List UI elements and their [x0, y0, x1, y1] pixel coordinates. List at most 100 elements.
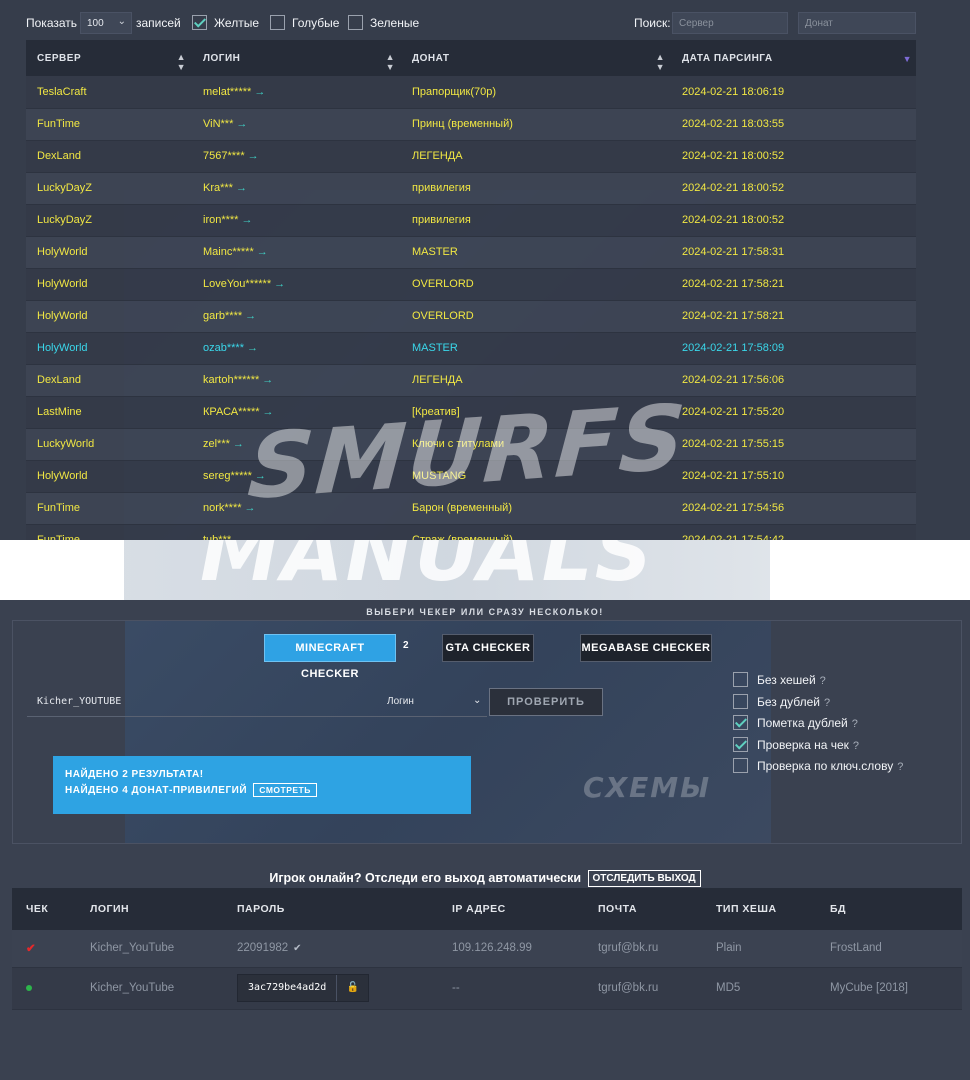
column-header-password: ПАРОЛЬ	[223, 888, 438, 930]
column-header-date[interactable]: ДАТА ПАРСИНГА ▼	[671, 40, 916, 76]
option-checkbox[interactable]	[733, 758, 748, 773]
login-cell: Kicher_YouTube	[76, 967, 223, 1010]
table-row: LuckyDayZ iron**** → привилегия 2024-02-21 1…	[26, 204, 916, 237]
option-label: Проверка на чек?	[757, 738, 859, 752]
password-cell: 22091982 ✔	[223, 930, 438, 968]
login-link[interactable]: Mainc*****	[203, 246, 254, 258]
login-cell[interactable]: iron**** →	[192, 204, 401, 237]
help-icon[interactable]: ?	[820, 675, 826, 687]
search-label: Поиск:	[634, 16, 671, 30]
arrow-right-icon[interactable]: →	[257, 246, 268, 258]
login-link[interactable]: garb****	[203, 310, 242, 322]
help-icon[interactable]: ?	[897, 761, 903, 773]
login-cell[interactable]: tub*** →	[192, 524, 401, 540]
donate-cell: Принц (временный)	[401, 108, 671, 141]
login-cell[interactable]: kartoh****** →	[192, 364, 401, 397]
login-link[interactable]: ozab****	[203, 342, 244, 354]
login-link[interactable]: sereg*****	[203, 470, 252, 482]
login-link[interactable]: 7567****	[203, 150, 245, 162]
option-label: Проверка по ключ.слову?	[757, 759, 903, 773]
column-header-ip: IP АДРЕС	[438, 888, 584, 930]
date-cell: 2024-02-21 18:03:55	[671, 108, 916, 141]
tab-megabase-checker[interactable]: MEGABASE CHECKER	[580, 634, 712, 662]
check-button[interactable]: ПРОВЕРИТЬ	[489, 688, 603, 716]
hash-value: 3ac729be4ad2d	[248, 982, 327, 993]
date-cell: 2024-02-21 17:55:15	[671, 428, 916, 461]
unlock-icon[interactable]: 🔓	[336, 975, 368, 1001]
login-cell[interactable]: ozab**** →	[192, 332, 401, 365]
arrow-right-icon[interactable]: →	[233, 438, 244, 450]
date-cell: 2024-02-21 17:58:09	[671, 332, 916, 365]
arrow-right-icon[interactable]: →	[241, 214, 252, 226]
server-cell: FunTime	[26, 492, 192, 525]
column-header-login[interactable]: ЛОГИН ▲ ▼	[192, 40, 401, 76]
sort-icon: ▲ ▼	[655, 52, 665, 72]
search-type-select[interactable]: Логин ⌄	[387, 695, 481, 707]
login-link[interactable]: iron****	[203, 214, 238, 226]
arrow-right-icon[interactable]: →	[236, 118, 247, 130]
option-checkbox[interactable]	[733, 736, 748, 752]
login-link[interactable]: nork****	[203, 502, 242, 514]
arrow-right-icon[interactable]: →	[236, 182, 247, 194]
sort-icon: ▲ ▼	[176, 52, 186, 72]
option-checkbox[interactable]	[733, 672, 748, 687]
login-link[interactable]: Kra***	[203, 182, 233, 194]
server-cell: DexLand	[26, 140, 192, 173]
table-row: LuckyDayZ Kra*** → привилегия 2024-02-21 18:…	[26, 172, 916, 205]
table-row: HolyWorld Mainc***** → MASTER 2024-02-21 17:…	[26, 236, 916, 269]
help-icon[interactable]: ?	[824, 697, 830, 709]
column-header-donate[interactable]: ДОНАТ ▲ ▼	[401, 40, 671, 76]
column-header-mail: ПОЧТА	[584, 888, 702, 930]
server-cell: LastMine	[26, 396, 192, 429]
login-cell[interactable]: Mainc***** →	[192, 236, 401, 269]
login-link[interactable]: melat*****	[203, 86, 251, 98]
help-icon[interactable]: ?	[853, 740, 859, 752]
tab-gta-checker[interactable]: GTA CHECKER	[442, 634, 534, 662]
filter-blue-checkbox[interactable]	[270, 15, 285, 30]
track-exit-button[interactable]: ОТСЛЕДИТЬ ВЫХОД	[587, 870, 701, 887]
login-link[interactable]: LoveYou******	[203, 278, 271, 290]
tab-minecraft-checker[interactable]: MINECRAFT CHECKER 2	[264, 634, 408, 680]
login-cell[interactable]: 7567**** →	[192, 140, 401, 173]
filter-green-checkbox[interactable]	[348, 15, 363, 30]
login-cell[interactable]: garb**** →	[192, 300, 401, 333]
option-label-text: Пометка дублей	[757, 716, 848, 730]
mail-cell: tgruf@bk.ru	[584, 967, 702, 1010]
search-type-value: Логин	[387, 696, 414, 707]
server-search-input[interactable]	[672, 12, 788, 34]
column-header-check: ЧЕК	[12, 888, 76, 930]
arrow-right-icon[interactable]: →	[274, 278, 285, 290]
column-header-server[interactable]: СЕРВЕР ▲ ▼	[26, 40, 192, 76]
donate-search-input[interactable]	[798, 12, 916, 34]
login-link[interactable]: zel***	[203, 438, 230, 450]
arrow-right-icon[interactable]: →	[248, 150, 259, 162]
option-label-text: Без хешей	[757, 673, 816, 687]
login-link[interactable]: ViN***	[203, 118, 233, 130]
date-cell: 2024-02-21 17:58:21	[671, 300, 916, 333]
arrow-right-icon[interactable]: →	[247, 342, 258, 354]
donate-count: НАЙДЕНО 4 ДОНАТ-ПРИВИЛЕГИЙ СМОТРЕТЬ	[65, 783, 459, 797]
filter-yellow-checkbox[interactable]	[192, 15, 207, 30]
option-checkbox[interactable]	[733, 693, 748, 709]
table-row: Kicher_YouTube 3ac729be4ad2d 🔓 -- tgruf@b…	[12, 967, 962, 1010]
option-checkbox[interactable]	[733, 715, 748, 730]
arrow-right-icon[interactable]: →	[245, 310, 256, 322]
login-cell[interactable]: ViN*** →	[192, 108, 401, 141]
option-label-text: Проверка по ключ.слову	[757, 759, 894, 773]
arrow-right-icon[interactable]: →	[262, 374, 273, 386]
login-cell[interactable]: Kra*** →	[192, 172, 401, 205]
arrow-right-icon[interactable]: →	[254, 86, 265, 98]
column-header-label: СЕРВЕР	[37, 52, 82, 64]
table-row: DexLand kartoh****** → ЛЕГЕНДА 2024-02-21 17…	[26, 364, 916, 397]
option-label-text: Без дублей	[757, 694, 820, 709]
tab-label: MEGABASE CHECKER	[581, 642, 711, 654]
check-cell: ✔	[12, 930, 76, 968]
login-cell[interactable]: LoveYou****** →	[192, 268, 401, 301]
help-icon[interactable]: ?	[852, 718, 858, 730]
see-donates-button[interactable]: СМОТРЕТЬ	[253, 783, 317, 797]
login-cell[interactable]: melat***** →	[192, 76, 401, 109]
login-link[interactable]: kartoh******	[203, 374, 259, 386]
entries-select[interactable]: 100 ⌄	[80, 12, 132, 34]
login-input[interactable]: Kicher_YOUTUBE	[37, 696, 121, 707]
column-header-label: ЛОГИН	[203, 52, 241, 64]
